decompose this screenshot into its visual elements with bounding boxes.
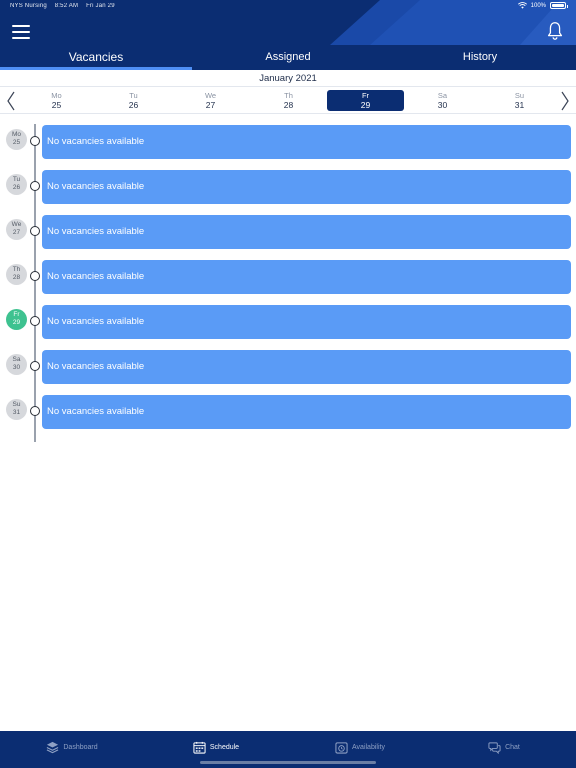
notifications-bell-icon[interactable] [544,20,566,42]
month-label: January 2021 [0,70,576,87]
app-root: NYS Nursing 8:52 AM Fri Jan 29 100% Vaca… [0,0,576,768]
week-day-name: Tu [129,91,138,100]
chat-icon [488,742,501,754]
day-badge-date: 30 [12,364,21,371]
day-badge-name: Su [12,401,21,408]
timeline-row-today: Fr 29 No vacancies available [0,305,576,340]
timeline-node [30,181,40,191]
timeline-node [30,136,40,146]
day-badge-date: 29 [12,319,21,326]
timeline-node [30,361,40,371]
vacancy-card[interactable]: No vacancies available [42,395,571,429]
tab-vacancies[interactable]: Vacancies [0,46,192,70]
tab-assigned[interactable]: Assigned [192,46,384,70]
week-day-date: 29 [360,100,371,110]
home-indicator [200,761,376,764]
week-day-date: 30 [437,100,448,110]
timeline-row: We 27 No vacancies available [0,215,576,250]
week-day-date: 27 [205,100,216,110]
day-badge-name: We [11,221,22,228]
timeline-node [30,226,40,236]
day-badge: Th 28 [6,264,27,285]
timeline-row: Th 28 No vacancies available [0,260,576,295]
previous-week-chevron-icon[interactable] [5,90,17,112]
menu-line [12,25,30,27]
clock-label: 8:52 AM [54,3,79,9]
status-left: NYS Nursing 8:52 AM Fri Jan 29 [10,3,121,9]
timeline-row: Su 31 No vacancies available [0,395,576,430]
vacancy-card[interactable]: No vacancies available [42,215,571,249]
week-day-name: Sa [437,91,448,100]
date-label: Fri Jan 29 [86,3,115,9]
week-day-fr-selected[interactable]: Fr 29 [327,90,404,111]
day-badge-date: 25 [12,139,21,146]
menu-line [12,31,30,33]
timeline-node [30,406,40,416]
day-badge-today: Fr 29 [6,309,27,330]
day-badge-date: 28 [12,274,21,281]
week-day-sa[interactable]: Sa 30 [404,90,481,111]
carrier-label: NYS Nursing [10,3,47,9]
menu-line [12,37,30,39]
battery-icon [550,2,568,9]
day-badge-name: Fr [13,311,20,318]
timeline-node [30,316,40,326]
day-badge-name: Th [12,266,21,273]
week-day-tu[interactable]: Tu 26 [95,90,172,111]
day-badge-name: Sa [12,356,21,363]
nav-chat[interactable]: Chat [432,731,576,768]
calendar-icon [193,741,206,754]
nav-chat-label: Chat [505,744,520,751]
hamburger-menu-button[interactable] [12,25,30,39]
status-right: 100% [517,2,568,9]
week-day-name: Fr [361,91,370,100]
week-day-mo[interactable]: Mo 25 [18,90,95,111]
week-day-date: 26 [128,100,139,110]
week-day-name: We [204,91,217,100]
day-badge-name: Tu [12,176,21,183]
day-badge: Su 31 [6,399,27,420]
timeline-row: Tu 26 No vacancies available [0,170,576,205]
vacancy-card[interactable]: No vacancies available [42,125,571,159]
week-day-su[interactable]: Su 31 [481,90,558,111]
vacancy-card[interactable]: No vacancies available [42,350,571,384]
week-day-name: Mo [51,91,62,100]
next-week-chevron-icon[interactable] [559,90,571,112]
week-day-name: Su [514,91,525,100]
vacancy-card[interactable]: No vacancies available [42,260,571,294]
vacancy-card[interactable]: No vacancies available [42,305,571,339]
week-day-date: 25 [51,100,62,110]
day-badge: We 27 [6,219,27,240]
nav-schedule-label: Schedule [209,744,240,751]
timeline-row: Mo 25 No vacancies available [0,125,576,160]
timeline-node [30,271,40,281]
layers-icon [47,741,59,754]
vacancy-card[interactable]: No vacancies available [42,170,571,204]
nav-dashboard-label: Dashboard [63,744,98,751]
bottom-navigation: Dashboard Schedule Availability Chat [0,731,576,768]
wifi-icon [517,2,527,9]
status-bar: NYS Nursing 8:52 AM Fri Jan 29 100% [0,2,576,14]
tab-history[interactable]: History [384,46,576,70]
week-selector: Mo 25 Tu 26 We 27 Th 28 Fr 29 Sa 30 Su 3… [0,88,576,114]
week-day-date: 31 [514,100,525,110]
day-badge: Mo 25 [6,129,27,150]
week-day-we[interactable]: We 27 [172,90,249,111]
week-day-name: Th [284,91,293,100]
nav-dashboard[interactable]: Dashboard [0,731,144,768]
timeline-row: Sa 30 No vacancies available [0,350,576,385]
day-badge-date: 26 [12,184,21,191]
tab-bar: Vacancies Assigned History [0,46,576,70]
week-day-th[interactable]: Th 28 [250,90,327,111]
calendar-clock-icon [335,742,348,754]
day-badge-name: Mo [11,131,22,138]
week-day-date: 28 [283,100,294,110]
nav-availability-label: Availability [352,744,385,751]
day-badge: Sa 30 [6,354,27,375]
app-header: NYS Nursing 8:52 AM Fri Jan 29 100% Vaca… [0,0,576,70]
day-badge-date: 31 [12,409,21,416]
battery-label: 100% [530,2,546,9]
day-badge: Tu 26 [6,174,27,195]
day-badge-date: 27 [12,229,21,236]
